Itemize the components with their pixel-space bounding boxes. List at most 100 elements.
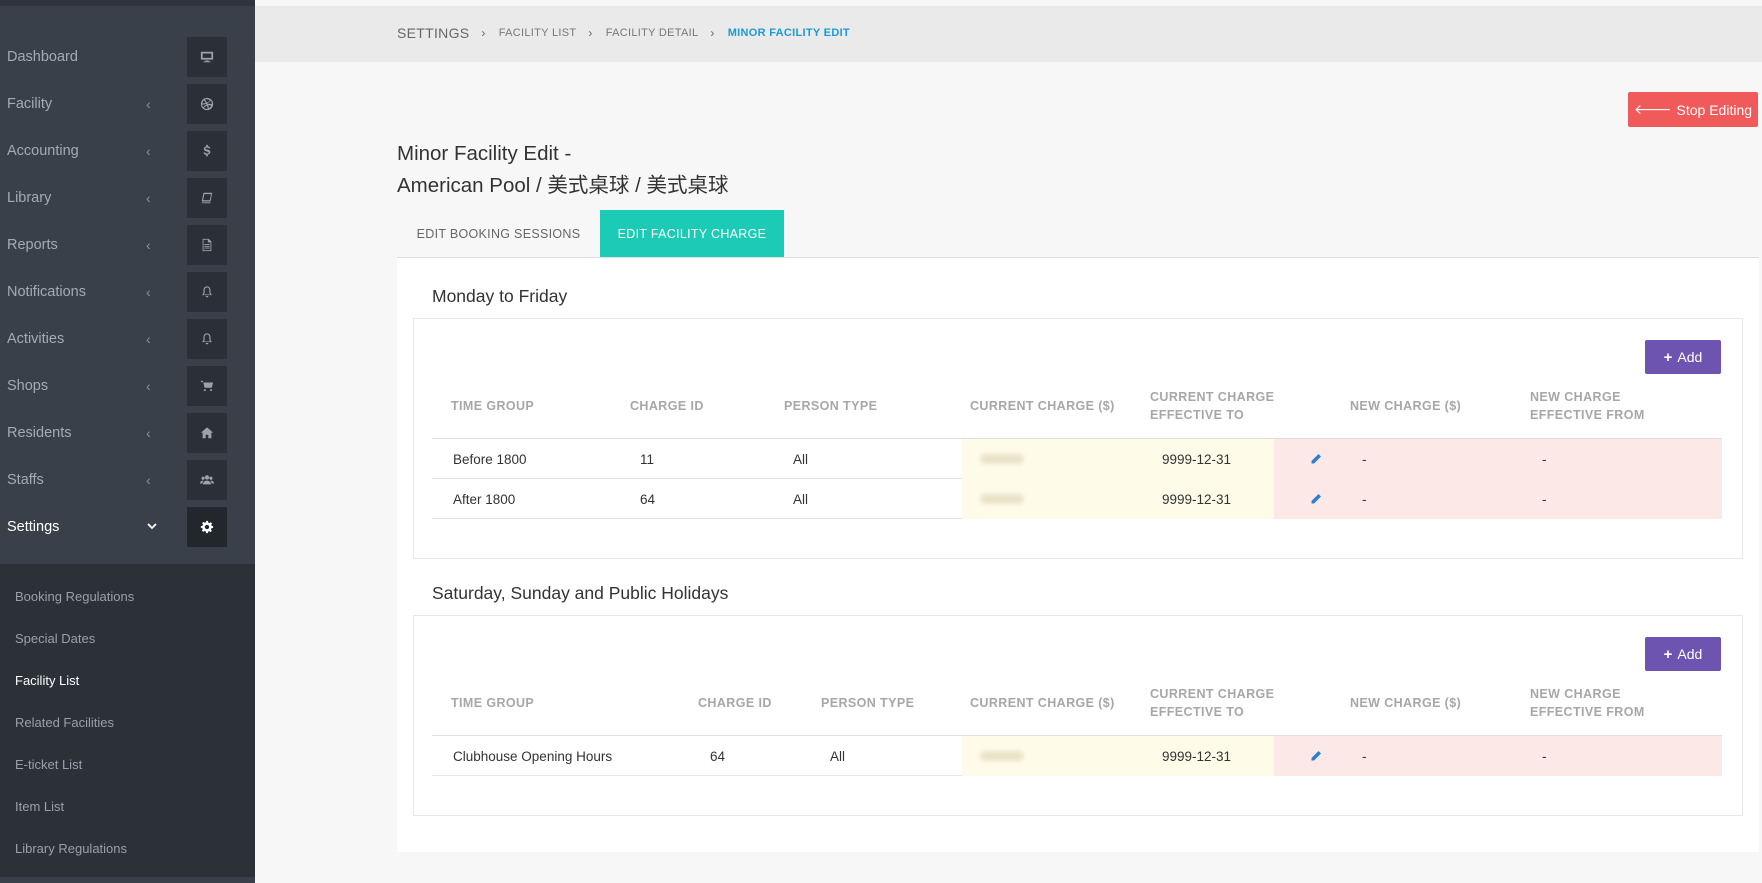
breadcrumb-facility-list[interactable]: FACILITY LIST: [499, 27, 577, 39]
sidebar-item-label: Facility: [7, 95, 53, 112]
column-header-new-charge: NEW CHARGE ($): [1350, 696, 1462, 710]
cell-new-charge: -: [1362, 748, 1367, 764]
redacted-value: [980, 454, 1024, 464]
chevron-left-icon: ‹: [146, 142, 151, 159]
sidebar-item-label: Notifications: [7, 283, 86, 300]
stop-editing-label: Stop Editing: [1676, 101, 1753, 118]
column-header-charge-id: CHARGE ID: [698, 696, 772, 710]
sidebar-item-facility[interactable]: Facility ‹: [0, 80, 255, 127]
chevron-right-icon: ›: [588, 26, 593, 40]
breadcrumb-current: MINOR FACILITY EDIT: [727, 27, 850, 39]
redacted-value: [980, 494, 1024, 504]
chevron-left-icon: ‹: [146, 377, 151, 394]
column-header-person-type: PERSON TYPE: [784, 399, 878, 413]
submenu-item-list[interactable]: Item List: [15, 799, 64, 814]
new-charge-bg: [1274, 479, 1722, 519]
tab-edit-facility-charge[interactable]: EDIT FACILITY CHARGE: [600, 210, 784, 258]
sidebar-item-label: Reports: [7, 236, 58, 253]
sidebar-item-accounting[interactable]: Accounting ‹: [0, 127, 255, 174]
chevron-left-icon: ‹: [146, 236, 151, 253]
cell-effective-from: -: [1542, 451, 1547, 467]
table-row: Before 1800 11 All 9999-12-31 - -: [432, 439, 1722, 479]
tab-edit-booking-sessions[interactable]: EDIT BOOKING SESSIONS: [397, 210, 600, 258]
gear-icon: [187, 506, 227, 547]
submenu-related-facilities[interactable]: Related Facilities: [15, 715, 114, 730]
cell-time-group: Clubhouse Opening Hours: [453, 748, 613, 764]
sidebar: Dashboard Facility ‹ Accounting ‹ Librar…: [0, 0, 255, 883]
section-title-weekday: Monday to Friday: [432, 286, 568, 306]
submenu-booking-regulations[interactable]: Booking Regulations: [15, 589, 134, 604]
redacted-value: [980, 751, 1024, 761]
bell-icon: [187, 318, 227, 359]
column-header-current-charge: CURRENT CHARGE ($): [970, 399, 1115, 413]
cart-icon: [187, 365, 227, 406]
breadcrumb-settings[interactable]: SETTINGS: [397, 25, 469, 41]
new-charge-bg: [1274, 439, 1722, 479]
dribbble-icon: [187, 83, 227, 124]
home-icon: [187, 412, 227, 453]
page-title-line1: Minor Facility Edit -: [397, 142, 572, 165]
sidebar-item-activities[interactable]: Activities ‹: [0, 315, 255, 362]
sidebar-item-settings[interactable]: Settings: [0, 503, 255, 550]
column-header-effective-to: CURRENT CHARGE EFFECTIVE TO: [1150, 388, 1274, 424]
cell-new-charge: -: [1362, 451, 1367, 467]
plus-icon: +: [1663, 348, 1673, 366]
cell-charge-id: 11: [640, 451, 655, 467]
column-header-time-group: TIME GROUP: [451, 696, 535, 710]
arrow-left-icon: 🡐: [1633, 101, 1672, 117]
add-charge-button[interactable]: + Add: [1645, 340, 1721, 374]
sidebar-item-residents[interactable]: Residents ‹: [0, 409, 255, 456]
chevron-left-icon: ‹: [146, 189, 151, 206]
header-line: EFFECTIVE TO: [1150, 408, 1245, 422]
section-title-weekend: Saturday, Sunday and Public Holidays: [432, 583, 729, 603]
plus-icon: +: [1663, 645, 1673, 663]
sidebar-item-library[interactable]: Library ‹: [0, 174, 255, 221]
cell-current-charge: [980, 439, 1024, 479]
chevron-left-icon: ‹: [146, 95, 151, 112]
submenu-special-dates[interactable]: Special Dates: [15, 631, 95, 646]
header-line: CURRENT CHARGE: [1150, 390, 1275, 404]
cell-current-charge: [980, 479, 1024, 519]
submenu-eticket-list[interactable]: E-ticket List: [15, 757, 82, 772]
submenu-library-regulations[interactable]: Library Regulations: [15, 841, 127, 856]
new-charge-bg: [1274, 736, 1722, 776]
header-line: EFFECTIVE TO: [1150, 705, 1245, 719]
dollar-icon: [187, 130, 227, 171]
sidebar-item-staffs[interactable]: Staffs ‹: [0, 456, 255, 503]
cell-effective-from: -: [1542, 748, 1547, 764]
sidebar-item-notifications[interactable]: Notifications ‹: [0, 268, 255, 315]
chevron-left-icon: ‹: [146, 330, 151, 347]
sidebar-item-label: Activities: [7, 330, 65, 347]
sidebar-item-reports[interactable]: Reports ‹: [0, 221, 255, 268]
header-line: EFFECTIVE FROM: [1530, 705, 1645, 719]
chevron-left-icon: ‹: [146, 283, 151, 300]
column-header-time-group: TIME GROUP: [451, 399, 535, 413]
chevron-right-icon: ›: [481, 26, 486, 40]
submenu-facility-list[interactable]: Facility List: [15, 673, 79, 688]
sidebar-item-shops[interactable]: Shops ‹: [0, 362, 255, 409]
cell-time-group: After 1800: [453, 491, 516, 507]
pencil-icon[interactable]: [1310, 479, 1322, 519]
users-icon: [187, 459, 227, 500]
header-line: EFFECTIVE FROM: [1530, 408, 1645, 422]
column-header-new-charge: NEW CHARGE ($): [1350, 399, 1462, 413]
pencil-icon[interactable]: [1310, 736, 1322, 776]
add-label: Add: [1677, 646, 1703, 662]
breadcrumb-facility-detail[interactable]: FACILITY DETAIL: [606, 27, 699, 39]
chevron-left-icon: ‹: [146, 424, 151, 441]
cell-effective-from: -: [1542, 491, 1547, 507]
stop-editing-button[interactable]: 🡐 Stop Editing: [1628, 92, 1758, 127]
chevron-down-icon: [146, 519, 158, 535]
sidebar-item-label: Library: [7, 189, 52, 206]
add-charge-button[interactable]: + Add: [1645, 637, 1721, 671]
cell-effective-to: 9999-12-31: [1162, 491, 1232, 507]
header-line: NEW CHARGE: [1530, 390, 1621, 404]
sidebar-item-dashboard[interactable]: Dashboard: [0, 33, 255, 80]
cell-person-type: All: [793, 491, 809, 507]
pencil-icon[interactable]: [1310, 439, 1322, 479]
book-icon: [187, 177, 227, 218]
file-icon: [187, 224, 227, 265]
cell-new-charge: -: [1362, 491, 1367, 507]
sidebar-item-label: Accounting: [7, 142, 79, 159]
monitor-icon: [187, 36, 227, 77]
